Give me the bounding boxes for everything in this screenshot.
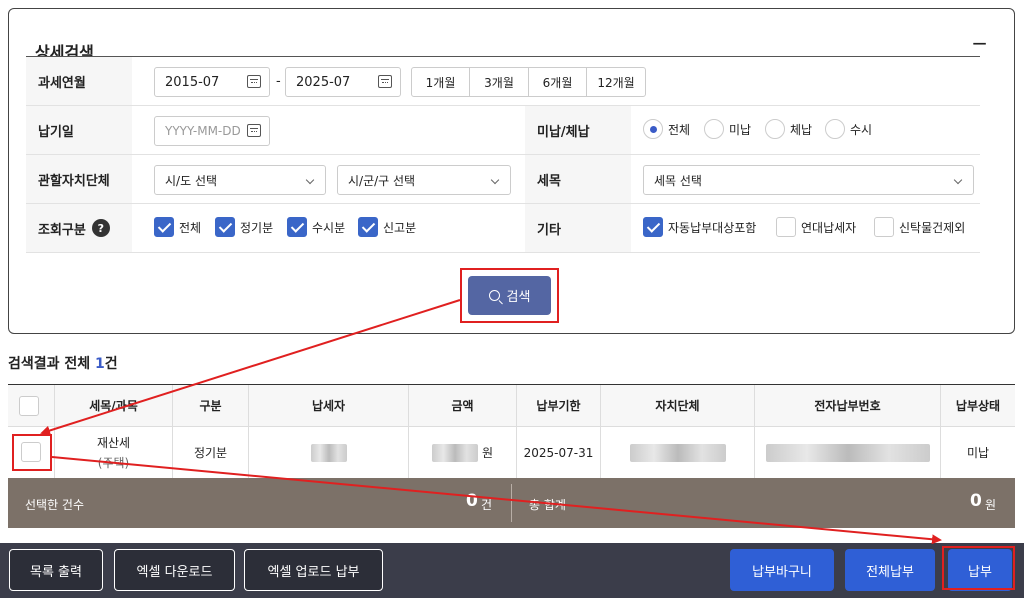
arrow-checkbox-to-pay bbox=[51, 456, 942, 545]
annotation-arrows bbox=[40, 299, 942, 545]
arrow-search-to-checkbox bbox=[40, 299, 461, 436]
